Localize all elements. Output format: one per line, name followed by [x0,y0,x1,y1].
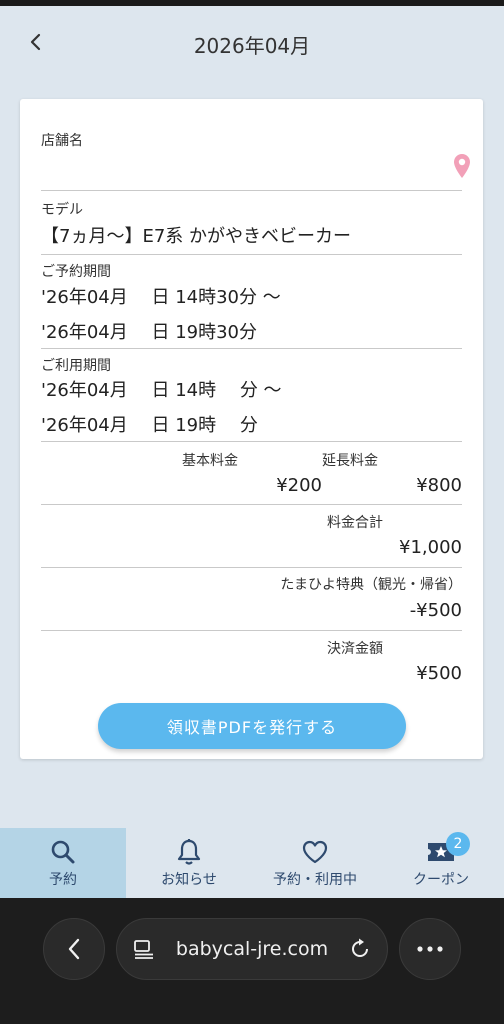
divider [41,348,462,349]
more-dots-icon [417,946,443,952]
page-title: 2026年04月 [193,34,311,58]
store-label: 店舗名 [41,133,83,149]
browser-more-button[interactable] [399,918,461,980]
benefit-label: たまひよ特典（観光・帰省） [280,577,462,593]
total-label: 料金合計 [327,515,383,531]
model-value: 【7ヵ月〜】E7系 かがやきベビーカー [41,226,351,247]
reserve-end: '26年04月 日 19時30分 [41,322,258,343]
benefit-value: -¥500 [409,600,462,621]
tab-label: 予約 [49,872,77,888]
tab-coupon[interactable]: クーポン 2 [378,828,504,898]
divider [41,254,462,255]
divider [41,441,462,442]
model-label: モデル [41,202,83,218]
browser-toolbar: babycal-jre.com [0,898,504,1024]
search-icon [51,840,75,864]
base-fee-value: ¥200 [276,475,322,496]
heart-icon [302,840,328,864]
divider [41,567,462,568]
divider [41,190,462,191]
address-bar[interactable]: babycal-jre.com [116,918,388,980]
header: 2026年04月 [0,6,504,82]
chevron-left-icon [68,938,80,960]
tab-notifications[interactable]: お知らせ [126,828,252,898]
bell-icon [177,839,201,865]
url-text: babycal-jre.com [175,938,329,960]
tab-in-use[interactable]: 予約・利用中 [252,828,378,898]
divider [41,630,462,631]
use-end: '26年04月 日 19時 分 [41,415,258,436]
tab-label: 予約・利用中 [273,872,357,888]
page-menu-icon [134,940,153,959]
coupon-count-badge: 2 [446,832,470,856]
map-pin-icon[interactable] [453,153,471,183]
reserve-start: '26年04月 日 14時30分 〜 [41,287,281,308]
browser-back-button[interactable] [43,918,105,980]
use-start: '26年04月 日 14時 分 〜 [41,380,282,401]
issue-receipt-button[interactable]: 領収書PDFを発行する [98,703,406,749]
reload-icon[interactable] [349,938,371,960]
total-value: ¥1,000 [399,537,462,558]
tab-reservation[interactable]: 予約 [0,828,126,898]
use-period-label: ご利用期間 [41,358,111,374]
extension-fee-value: ¥800 [416,475,462,496]
reservation-card: 店舗名 モデル 【7ヵ月〜】E7系 かがやきベビーカー ご予約期間 '26年04… [20,99,483,759]
tab-label: クーポン [413,872,469,888]
reserve-period-label: ご予約期間 [41,264,111,280]
payment-value: ¥500 [416,663,462,684]
base-fee-label: 基本料金 [182,453,238,469]
payment-label: 決済金額 [327,641,383,657]
bottom-tab-bar: 予約 お知らせ 予約・利用中 クーポン 2 [0,828,504,898]
divider [41,504,462,505]
tab-label: お知らせ [161,872,217,888]
extension-fee-label: 延長料金 [322,453,378,469]
